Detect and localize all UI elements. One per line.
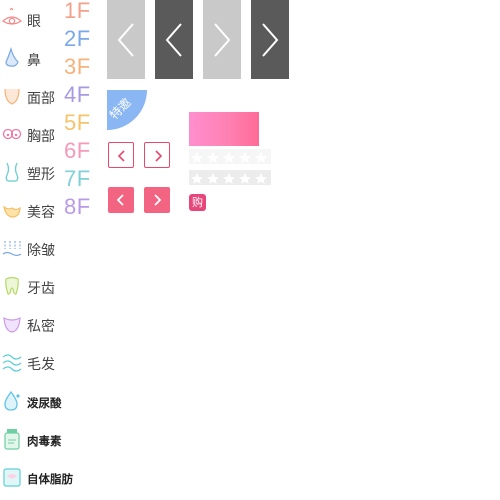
category-item-private[interactable]: 私密 [0,313,100,337]
chevron-right-icon [154,194,162,206]
floor-4f[interactable]: 4F [64,84,91,106]
next-button-filled[interactable] [144,187,170,213]
badge-label: 特邀 [107,95,134,123]
category-label: 除皱 [27,243,55,259]
floor-5f[interactable]: 5F [64,112,91,134]
category-label: 毛发 [27,357,55,373]
floor-6f[interactable]: 6F [64,140,91,162]
chevron-left-icon [116,194,124,206]
chevron-left-icon [117,23,134,57]
chevron-right-icon [155,150,163,162]
gradient-banner [189,112,259,146]
category-item-hyaluronic[interactable]: 泼尿酸 [0,390,100,414]
chevron-right-icon [214,23,231,57]
prev-arrow-button-dark[interactable] [155,0,193,79]
next-arrow-button-light[interactable] [203,0,241,79]
chevron-right-icon [262,23,279,57]
star-row-faint [189,149,271,164]
category-label: 自体脂肪 [27,472,73,486]
category-label: 美容 [27,205,55,221]
category-label: 眼 [27,14,41,30]
star-row-light [189,170,271,185]
category-item-tooth[interactable]: 牙齿 [0,275,100,299]
floor-1f[interactable]: 1F [64,0,91,22]
category-item-hair[interactable]: 毛发 [0,351,100,375]
eye-icon [2,8,22,25]
fat-icon [3,468,21,487]
body-shape-icon [5,162,19,182]
prev-button-filled[interactable] [108,187,134,213]
category-label: 泼尿酸 [27,396,62,410]
category-item-botox[interactable]: 肉毒素 [0,428,100,452]
next-button-outline[interactable] [144,142,170,168]
category-item-fat[interactable]: 自体脂肪 [0,466,100,490]
category-label: 牙齿 [27,281,55,297]
next-arrow-button-dark[interactable] [251,0,289,79]
hair-icon [2,354,22,372]
nose-icon [5,47,19,67]
beauty-icon [3,205,21,218]
face-icon [4,88,20,105]
category-label: 胸部 [27,129,55,145]
chevron-left-icon [117,150,125,162]
category-label: 面部 [27,91,55,107]
prev-button-outline[interactable] [108,142,134,168]
bottle-icon [4,429,20,450]
category-item-wrinkle[interactable]: 除皱 [0,237,100,261]
chest-icon [2,128,22,140]
floor-2f[interactable]: 2F [64,28,91,50]
chevron-left-icon [165,23,182,57]
category-label: 私密 [27,319,55,335]
droplet-icon [4,390,20,411]
wrinkle-icon [2,241,22,257]
category-label: 鼻 [27,53,41,69]
buy-badge[interactable]: 购 [189,194,206,211]
category-label: 塑形 [27,167,55,183]
special-invite-badge: 特邀 [107,90,147,130]
floor-7f[interactable]: 7F [64,168,91,190]
tooth-icon [5,276,19,295]
prev-arrow-button-light[interactable] [107,0,145,79]
floor-3f[interactable]: 3F [64,56,91,78]
private-icon [3,316,21,333]
category-label: 肉毒素 [27,434,62,448]
floor-8f[interactable]: 8F [64,196,91,218]
